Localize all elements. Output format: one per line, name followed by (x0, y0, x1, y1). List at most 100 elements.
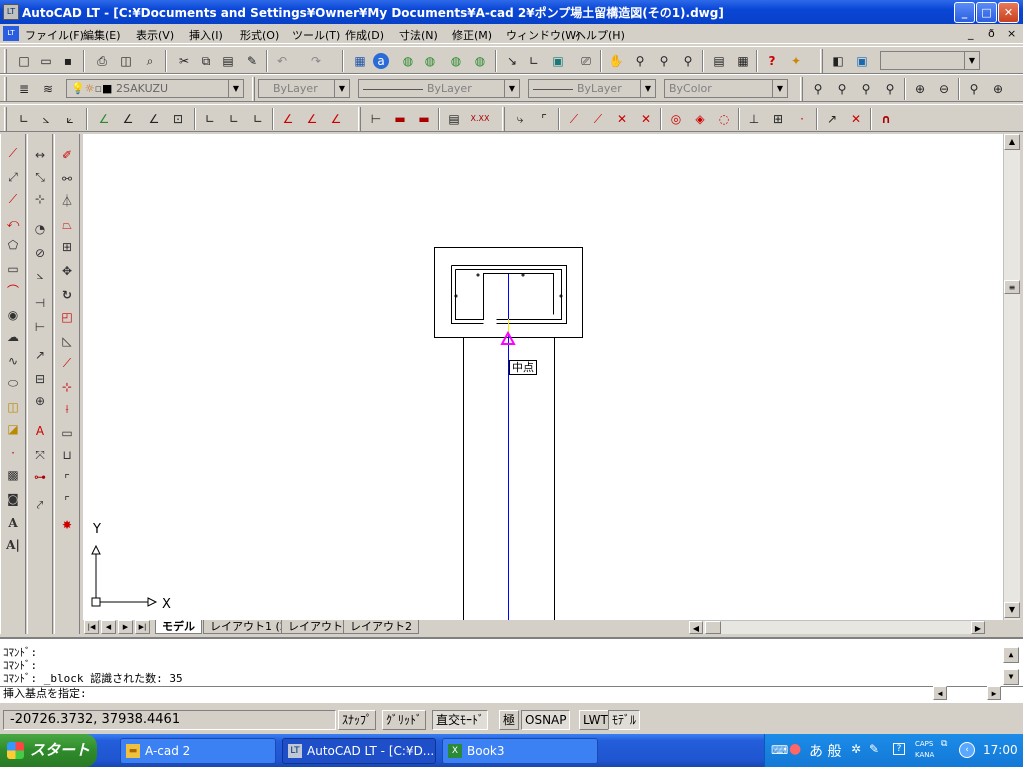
layer-manager-icon[interactable]: ≣ (14, 79, 34, 99)
break-at-point-icon[interactable]: ⊔ (56, 444, 78, 466)
osnap-endpoint-icon[interactable]: ⟋ (564, 109, 584, 129)
show-hidden-icons-button[interactable]: ‹ (959, 742, 975, 758)
layout-viewport-icon[interactable]: ◧ (828, 51, 848, 71)
print-preview-icon[interactable]: ◫ (116, 51, 136, 71)
toolbar-grip[interactable] (820, 49, 823, 73)
make-block-icon[interactable]: ◪ (2, 418, 24, 440)
dim-radius-icon[interactable]: ◔ (29, 218, 51, 240)
circle-icon[interactable]: ◉ (2, 304, 24, 326)
new-file-icon[interactable]: □ (14, 51, 34, 71)
command-prompt[interactable]: 挿入基点を指定: (3, 688, 87, 700)
document-icon[interactable]: LT (3, 26, 19, 41)
center-mark-icon[interactable]: ⊕ (29, 390, 51, 412)
trim-icon[interactable]: ⊹ (56, 376, 78, 398)
lengthen-icon[interactable]: ⟋ (56, 352, 78, 374)
web-icon[interactable]: a (373, 53, 389, 69)
ime-icon[interactable]: ● (789, 741, 801, 757)
polyline-icon[interactable]: ⟋ (2, 188, 24, 210)
leader-icon[interactable]: ↗ (29, 344, 51, 366)
mirror-icon[interactable]: ⏃ (56, 190, 78, 212)
named-views-icon[interactable]: ⎚ (576, 51, 596, 71)
tolerance-icon[interactable]: ⊟ (29, 368, 51, 390)
dim-text-edit-icon[interactable]: ⤧ (29, 444, 51, 466)
ucs-face-icon[interactable]: ∠ (144, 109, 164, 129)
menu-modify[interactable]: 修正(M) (452, 27, 492, 43)
dim-edit-icon[interactable]: A (29, 420, 51, 442)
design-center-icon[interactable]: ▦ (350, 51, 370, 71)
osnap-node-icon[interactable]: · (792, 109, 812, 129)
undo-icon[interactable]: ↶ (272, 51, 292, 71)
dim-linear-icon[interactable]: ↔ (29, 144, 51, 166)
snap-settings-icon[interactable]: ↘ (502, 51, 522, 71)
dim-style-icon[interactable]: ▬ (414, 109, 434, 129)
linear-dimension-icon[interactable]: ∟ (14, 109, 34, 129)
osnap-insert-icon[interactable]: ⊞ (768, 109, 788, 129)
menu-draw[interactable]: 作成(D) (345, 27, 384, 43)
start-button[interactable]: スタート (0, 734, 97, 767)
adcenter-icon[interactable]: ▦ (733, 51, 753, 71)
plotstyle-dropdown[interactable]: ByColor ▼ (664, 79, 788, 98)
doc-minimize-button[interactable]: _ (968, 27, 974, 40)
ucs-object-icon[interactable]: ∠ (118, 109, 138, 129)
menu-file[interactable]: ファイル(F) (25, 27, 84, 43)
ortho-toggle[interactable]: 直交ﾓｰﾄﾞ (432, 710, 489, 730)
mtext-icon[interactable]: A (2, 512, 24, 534)
scale-icon[interactable]: ◰ (56, 306, 78, 328)
paste-icon[interactable]: ▤ (218, 51, 238, 71)
zoom-all-icon[interactable]: ⚲ (964, 79, 984, 99)
dim-style-icon[interactable]: ⤤ (29, 494, 51, 516)
zoom-in-icon[interactable]: ⊕ (910, 79, 930, 99)
polar-toggle[interactable]: 極 (499, 710, 520, 730)
pan-icon[interactable]: ✋ (606, 51, 626, 71)
copy-icon[interactable]: ⧉ (196, 51, 216, 71)
tab-first-button[interactable]: |◀ (84, 620, 99, 634)
dim-diameter-icon[interactable]: ⊘ (29, 242, 51, 264)
rect-polyline-icon[interactable]: ⤺ (2, 212, 24, 234)
taskbar-item-book3[interactable]: X Book3 (442, 738, 598, 764)
menu-dimension[interactable]: 寸法(N) (399, 27, 438, 43)
dim-continue-icon[interactable]: ⊢ (366, 109, 386, 129)
command-window[interactable]: ｺﾏﾝﾄﾞ: ｺﾏﾝﾄﾞ: ｺﾏﾝﾄﾞ: _block 認識された数: 35 挿… (0, 637, 1023, 703)
osnap-from-icon[interactable]: ⌜ (534, 109, 554, 129)
ordinate-dimension-icon[interactable]: ⟀ (60, 109, 80, 129)
zoom-dynamic-icon[interactable]: ⚲ (832, 79, 852, 99)
stretch-icon[interactable]: ◺ (56, 330, 78, 352)
hscroll-thumb[interactable] (705, 621, 721, 634)
erase-icon[interactable]: ✐ (56, 144, 78, 166)
ucs-zaxis-icon[interactable]: ∟ (224, 109, 244, 129)
chamfer-icon[interactable]: ⌜ (56, 468, 78, 490)
osnap-apparent-intersection-icon[interactable]: ✕ (636, 109, 656, 129)
toolbar-grip[interactable] (4, 77, 7, 101)
hatch-icon[interactable]: ▩ (2, 464, 24, 486)
ucs-view-icon[interactable]: ⊡ (168, 109, 188, 129)
ucs-3point-icon[interactable]: ∟ (248, 109, 268, 129)
dim-continue-icon[interactable]: ⊢ (29, 316, 51, 338)
coordinate-display[interactable]: -20726.3732, 37938.4461 (3, 710, 336, 730)
ucs-y-icon[interactable]: ∠ (302, 109, 322, 129)
tab-next-button[interactable]: ▶ (118, 620, 133, 634)
cmd-hscroll-left-button[interactable]: ◀ (933, 686, 947, 700)
osnap-perpendicular-icon[interactable]: ⊥ (744, 109, 764, 129)
ime-mode[interactable]: あ 般 (809, 741, 841, 761)
dim-aligned-icon[interactable]: ⤡ (29, 166, 51, 188)
menu-format[interactable]: 形式(O) (240, 27, 279, 43)
arc-icon[interactable]: ⌒ (2, 280, 24, 302)
line-icon[interactable]: ⟋ (2, 142, 24, 164)
tab-layout2[interactable]: レイアウト2 (343, 620, 419, 634)
print-icon[interactable]: ⎙ (92, 51, 112, 71)
dim-baseline-icon[interactable]: ▬ (390, 109, 410, 129)
viewport-scale-dropdown[interactable]: ▼ (880, 51, 980, 70)
model-toggle[interactable]: ﾓﾃﾞﾙ (608, 710, 641, 730)
dim-baseline-icon[interactable]: ⊣ (29, 292, 51, 314)
web-open-icon[interactable]: ◍ (420, 51, 440, 71)
autocad-lt-app-icon[interactable]: LT (3, 4, 19, 20)
redo-icon[interactable]: ↷ (306, 51, 326, 71)
layer-dropdown[interactable]: 💡☼▫■ 2SAKUZU ▼ (66, 79, 244, 98)
tab-last-button[interactable]: ▶| (135, 620, 150, 634)
region-icon[interactable]: ◙ (2, 488, 24, 510)
cmd-scroll-down-button[interactable]: ▼ (1003, 669, 1019, 685)
scroll-thumb[interactable]: ≡ (1004, 280, 1020, 294)
whats-new-icon[interactable]: ✦ (786, 51, 806, 71)
zoom-out-icon[interactable]: ⊖ (934, 79, 954, 99)
ime-help-icon[interactable]: ? (893, 743, 905, 755)
